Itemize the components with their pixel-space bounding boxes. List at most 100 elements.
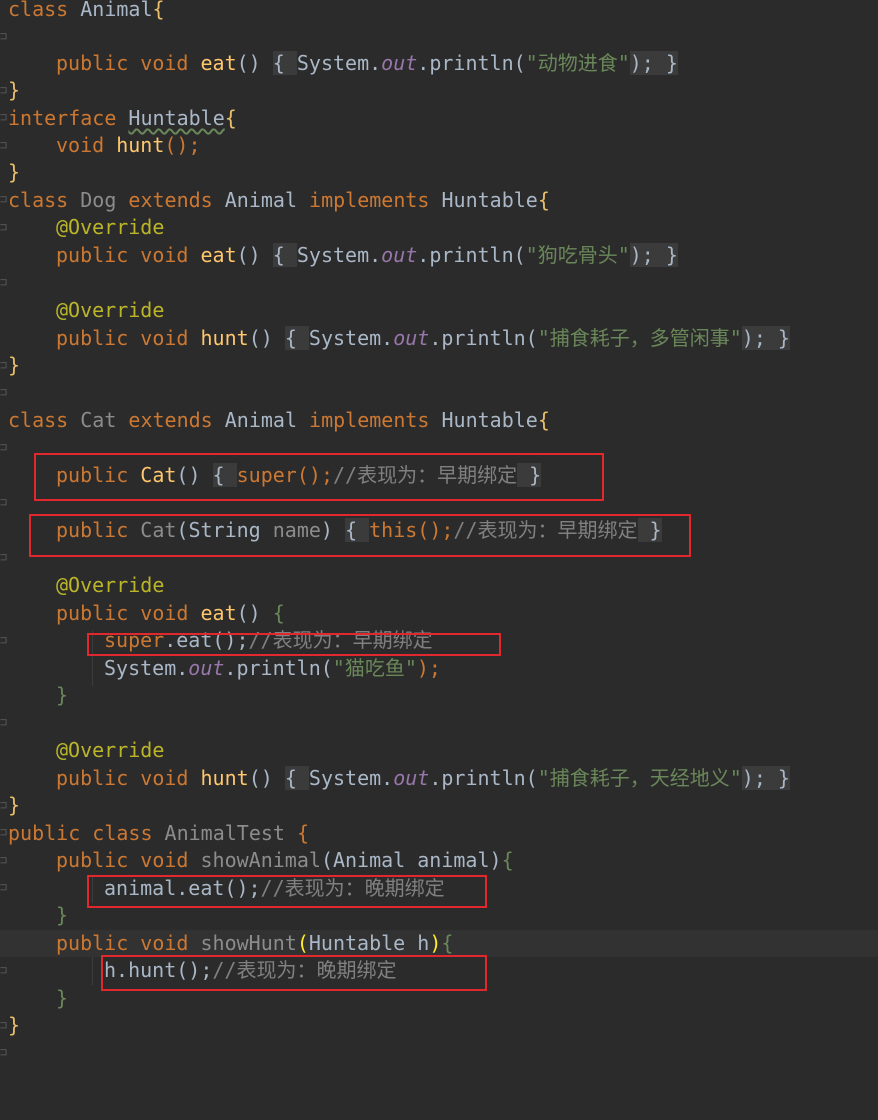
brace: { [272, 601, 285, 625]
code-line-8: @Override [0, 214, 878, 241]
string-literal: "动物进食" [525, 51, 630, 75]
code-line-28-current: ⊐ public void showHunt(Huntable h){ [0, 930, 878, 977]
code-line-5: void hunt(); [0, 132, 878, 159]
code-line-23: ⊐ } [0, 792, 878, 839]
code-line-3: ⊐ } [0, 77, 878, 124]
paren-highlight: ( [296, 931, 309, 955]
code-line-12: ⊐ } [0, 352, 878, 399]
identifier: System. [308, 766, 394, 790]
params: () [236, 243, 273, 267]
code-line-4: ⊐ interface Huntable{ [0, 105, 878, 152]
method-call: animal.eat(); [104, 876, 261, 900]
fold-marker-icon[interactable]: ⊐ [0, 269, 8, 296]
method-name: eat [200, 243, 237, 267]
keyword: extends [128, 188, 225, 212]
class-name: Animal [224, 408, 310, 432]
folded-brace[interactable]: { [284, 766, 309, 790]
fold-marker-icon[interactable]: ⊐ [0, 544, 8, 571]
method-name: eat [200, 51, 237, 75]
identifier: System. [308, 326, 394, 350]
folded-brace[interactable]: { [284, 326, 309, 350]
fold-marker-icon[interactable]: ⊐ [0, 434, 8, 461]
brace: { [224, 106, 237, 130]
method-call: .println( [417, 243, 526, 267]
method-name: hunt [200, 766, 249, 790]
code-line-15: ⊐ public Cat(String name) { this();//表现为… [0, 517, 878, 564]
fold-marker-icon[interactable]: ⊐ [0, 23, 8, 50]
code-line-30: ⊐ } [0, 985, 878, 1032]
indent-guide [92, 630, 93, 686]
code-line-24: ⊐ public class AnimalTest { [0, 820, 878, 867]
folded-brace[interactable]: { [345, 518, 370, 542]
brace: { [537, 408, 550, 432]
code-line-31: ⊐ } [0, 1012, 878, 1059]
brace: } [8, 1013, 21, 1037]
folded-brace[interactable]: { [272, 51, 297, 75]
folded-brace[interactable]: } [777, 766, 790, 790]
method-name: eat [200, 601, 237, 625]
keyword: void [140, 601, 201, 625]
punct: ); [629, 243, 666, 267]
fold-marker-icon[interactable]: ⊐ [0, 1039, 8, 1066]
fold-marker-icon[interactable]: ⊐ [0, 379, 8, 406]
folded-brace[interactable]: } [777, 326, 790, 350]
class-name: Dog [80, 188, 129, 212]
keyword: void [140, 931, 201, 955]
code-line-18: super.eat();//表现为：早期绑定 [0, 627, 878, 654]
params: () [176, 463, 213, 487]
folded-brace[interactable]: } [665, 243, 678, 267]
keyword: interface [8, 106, 129, 130]
class-name: Cat [80, 408, 129, 432]
comment: //表现为：早期绑定 [453, 518, 638, 542]
keyword: void [140, 51, 201, 75]
brace: } [56, 986, 69, 1010]
punct: ); [416, 656, 441, 680]
paren-highlight: ) [429, 931, 442, 955]
constructor-name: Cat [140, 463, 177, 487]
keyword: class [8, 0, 81, 21]
string-literal: "捕食耗子，多管闲事" [537, 326, 742, 350]
method-call: .eat(); [164, 628, 249, 652]
method-call: .println( [224, 656, 333, 680]
params: () [248, 766, 285, 790]
brace: { [501, 848, 514, 872]
punct: ); [741, 766, 778, 790]
code-line-22: ⊐ public void hunt() { System.out.printl… [0, 765, 878, 812]
method-name: hunt [116, 133, 165, 157]
code-line-21: @Override [0, 737, 878, 764]
code-line-1: ⊐ class Animal{ [0, 0, 878, 43]
interface-name: Huntable [441, 408, 538, 432]
folded-brace[interactable]: } [517, 463, 542, 487]
code-line-13: ⊐ class Cat extends Animal implements Hu… [0, 407, 878, 454]
keyword: void [140, 326, 201, 350]
punct: (); [164, 133, 201, 157]
keyword: void [56, 133, 117, 157]
method-call: .println( [417, 51, 526, 75]
method-call: .println( [429, 326, 538, 350]
folded-brace[interactable]: { [212, 463, 237, 487]
constructor-name: Cat [140, 518, 177, 542]
indent-guide [92, 875, 93, 903]
folded-brace[interactable]: } [665, 51, 678, 75]
keyword: extends [128, 408, 225, 432]
code-line-7: ⊐ class Dog extends Animal implements Hu… [0, 187, 878, 234]
code-line-27: ⊐ } [0, 902, 878, 949]
brace: } [56, 683, 69, 707]
keyword: class [92, 821, 165, 845]
fold-marker-icon[interactable]: ⊐ [0, 489, 8, 516]
annotation: @Override [56, 573, 165, 597]
folded-brace[interactable]: } [637, 518, 662, 542]
folded-brace[interactable]: { [272, 243, 297, 267]
comment: //表现为：晚期绑定 [260, 876, 445, 900]
identifier: System. [104, 656, 189, 680]
comment: //表现为：晚期绑定 [212, 958, 397, 982]
identifier: System. [296, 243, 382, 267]
punct: (); [417, 518, 454, 542]
string-literal: "狗吃骨头" [525, 243, 630, 267]
brace: } [8, 353, 21, 377]
brace: { [537, 188, 550, 212]
code-editor[interactable]: ⊐ class Animal{ ⊐ public void eat() { Sy… [0, 0, 878, 1059]
fold-marker-icon[interactable]: ⊐ [0, 709, 8, 736]
brace: { [152, 0, 165, 21]
static-field: out [188, 656, 225, 680]
